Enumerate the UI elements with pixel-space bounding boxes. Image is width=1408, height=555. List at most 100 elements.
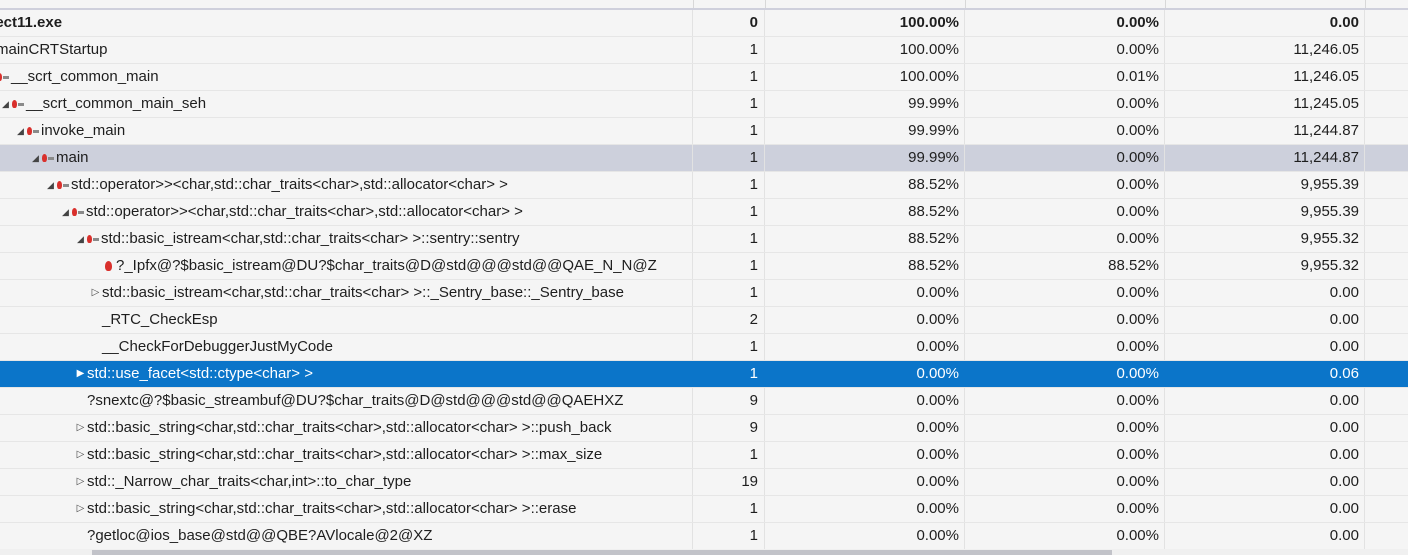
self-cpu-percent: 0.00% xyxy=(965,307,1165,333)
total-cpu-percent: 0.00% xyxy=(765,496,965,522)
column-header[interactable] xyxy=(0,0,1408,10)
total-cpu-ms: 11,244.87 xyxy=(1165,145,1365,171)
table-row[interactable]: ?_Ipfx@?$basic_istream@DU?$char_traits@D… xyxy=(0,253,1408,280)
collapsed-arrow-icon[interactable]: ▷ xyxy=(74,415,87,441)
table-row[interactable]: _RTC_CheckEsp 2 0.00% 0.00% 0.00 xyxy=(0,307,1408,334)
call-count: 9 xyxy=(693,415,765,441)
table-row[interactable]: ◢ invoke_main 1 99.99% 0.00% 11,244.87 xyxy=(0,118,1408,145)
hot-path-icon xyxy=(27,118,41,144)
function-name: std::use_facet<std::ctype<char> > xyxy=(87,365,313,382)
total-cpu-ms: 11,246.05 xyxy=(1165,37,1365,63)
table-row[interactable]: ◢ std::basic_istream<char,std::char_trait… xyxy=(0,226,1408,253)
expanded-arrow-icon[interactable]: ◢ xyxy=(59,199,72,225)
call-count: 1 xyxy=(693,145,765,171)
total-cpu-percent: 99.99% xyxy=(765,145,965,171)
table-row[interactable]: ◢ std::operator>><char,std::char_traits<c… xyxy=(0,199,1408,226)
function-name-cell: ◢ std::basic_istream<char,std::char_trait… xyxy=(0,226,693,252)
function-name: std::basic_string<char,std::char_traits<… xyxy=(87,500,577,517)
empty-cell xyxy=(1365,91,1408,117)
collapsed-arrow-icon[interactable]: ▷ xyxy=(74,496,87,522)
function-name-cell: ▶ std::use_facet<std::ctype<char> > xyxy=(0,361,693,387)
self-cpu-percent: 0.00% xyxy=(965,523,1165,549)
function-name: invoke_main xyxy=(41,122,126,139)
call-count: 1 xyxy=(693,172,765,198)
total-cpu-percent: 0.00% xyxy=(765,361,965,387)
header-total-time[interactable] xyxy=(1165,0,1366,8)
total-cpu-percent: 88.52% xyxy=(765,172,965,198)
function-name-cell: _RTC_CheckEsp xyxy=(0,307,693,333)
empty-cell xyxy=(1365,334,1408,360)
expanded-arrow-icon[interactable]: ◢ xyxy=(0,91,12,117)
table-row[interactable]: ▷ std::basic_string<char,std::char_traits… xyxy=(0,496,1408,523)
call-count: 1 xyxy=(693,226,765,252)
call-count: 1 xyxy=(693,118,765,144)
header-function-name[interactable] xyxy=(0,0,694,8)
function-name-cell: ▷ std::basic_istream<char,std::char_trait… xyxy=(0,280,693,306)
total-cpu-percent: 0.00% xyxy=(765,388,965,414)
scrollbar-thumb[interactable] xyxy=(92,550,1112,555)
collapsed-arrow-icon[interactable]: ▷ xyxy=(74,442,87,468)
function-name-cell: ▷ std::_Narrow_char_traits<char,int>::to_… xyxy=(0,469,693,495)
header-self-cpu[interactable] xyxy=(965,0,1166,8)
table-row[interactable]: ◢ main 1 99.99% 0.00% 11,244.87 xyxy=(0,145,1408,172)
function-name-cell: ◢ std::operator>><char,std::char_traits<c… xyxy=(0,172,693,198)
total-cpu-percent: 88.52% xyxy=(765,226,965,252)
table-row[interactable]: ◢ std::operator>><char,std::char_traits<c… xyxy=(0,172,1408,199)
total-cpu-percent: 100.00% xyxy=(765,10,965,36)
total-cpu-ms: 9,955.39 xyxy=(1165,172,1365,198)
self-cpu-percent: 0.00% xyxy=(965,10,1165,36)
total-cpu-percent: 100.00% xyxy=(765,37,965,63)
table-row[interactable]: mainCRTStartup 1 100.00% 0.00% 11,246.05 xyxy=(0,37,1408,64)
total-cpu-percent: 0.00% xyxy=(765,307,965,333)
total-cpu-ms: 0.00 xyxy=(1165,10,1365,36)
table-row[interactable]: ◢ __scrt_common_main_seh 1 99.99% 0.00% 11,24… xyxy=(0,91,1408,118)
total-cpu-ms: 9,955.32 xyxy=(1165,226,1365,252)
self-cpu-percent: 0.00% xyxy=(965,118,1165,144)
table-row[interactable]: __scrt_common_main 1 100.00% 0.01% 11,246.05 xyxy=(0,64,1408,91)
table-row[interactable]: ▷ std::basic_string<char,std::char_traits… xyxy=(0,442,1408,469)
function-name: main xyxy=(56,149,89,166)
collapsed-arrow-icon[interactable]: ▶ xyxy=(74,361,87,387)
function-name: ?_Ipfx@?$basic_istream@DU?$char_traits@D… xyxy=(116,257,657,274)
call-count: 1 xyxy=(693,523,765,549)
table-row[interactable]: __CheckForDebuggerJustMyCode 1 0.00% 0.00% 0… xyxy=(0,334,1408,361)
table-row[interactable]: ▶ std::use_facet<std::ctype<char> >1 0.00%… xyxy=(0,361,1408,388)
call-count: 1 xyxy=(693,442,765,468)
total-cpu-percent: 0.00% xyxy=(765,334,965,360)
collapsed-arrow-icon[interactable]: ▷ xyxy=(74,469,87,495)
no-arrow xyxy=(74,388,87,414)
expanded-arrow-icon[interactable]: ◢ xyxy=(44,172,57,198)
empty-cell xyxy=(1365,253,1408,279)
function-name-cell: mainCRTStartup xyxy=(0,37,693,63)
expanded-arrow-icon[interactable]: ◢ xyxy=(29,145,42,171)
empty-cell xyxy=(1365,388,1408,414)
self-cpu-percent: 0.00% xyxy=(965,280,1165,306)
self-cpu-percent: 0.00% xyxy=(965,199,1165,225)
self-cpu-percent: 0.00% xyxy=(965,37,1165,63)
header-call-count[interactable] xyxy=(693,0,766,8)
self-cpu-percent: 0.01% xyxy=(965,64,1165,90)
table-row[interactable]: ▷ std::basic_istream<char,std::char_trait… xyxy=(0,280,1408,307)
function-name: std::operator>><char,std::char_traits<ch… xyxy=(71,176,508,193)
table-row[interactable]: ?getloc@ios_base@std@@QBE?AVlocale@2@XZ 1… xyxy=(0,523,1408,550)
function-name: _RTC_CheckEsp xyxy=(102,311,218,328)
empty-cell xyxy=(1365,145,1408,171)
self-cpu-percent: 88.52% xyxy=(965,253,1165,279)
table-row[interactable]: oject11.exe 0100.00%0.00%0.00 xyxy=(0,10,1408,37)
total-cpu-ms: 0.00 xyxy=(1165,469,1365,495)
total-cpu-percent: 99.99% xyxy=(765,91,965,117)
table-row[interactable]: ▷ std::basic_string<char,std::char_traits… xyxy=(0,415,1408,442)
total-cpu-ms: 11,246.05 xyxy=(1165,64,1365,90)
function-name-cell: ◢ std::operator>><char,std::char_traits<c… xyxy=(0,199,693,225)
table-row[interactable]: ▷ std::_Narrow_char_traits<char,int>::to_… xyxy=(0,469,1408,496)
expanded-arrow-icon[interactable]: ◢ xyxy=(74,226,87,252)
header-total-cpu[interactable] xyxy=(765,0,966,8)
collapsed-arrow-icon[interactable]: ▷ xyxy=(89,280,102,306)
total-cpu-ms: 0.00 xyxy=(1165,442,1365,468)
table-row[interactable]: ?snextc@?$basic_streambuf@DU?$char_trait… xyxy=(0,388,1408,415)
function-name-cell: __scrt_common_main xyxy=(0,64,693,90)
expanded-arrow-icon[interactable]: ◢ xyxy=(14,118,27,144)
self-cpu-percent: 0.00% xyxy=(965,496,1165,522)
call-count: 2 xyxy=(693,307,765,333)
empty-cell xyxy=(1365,523,1408,549)
